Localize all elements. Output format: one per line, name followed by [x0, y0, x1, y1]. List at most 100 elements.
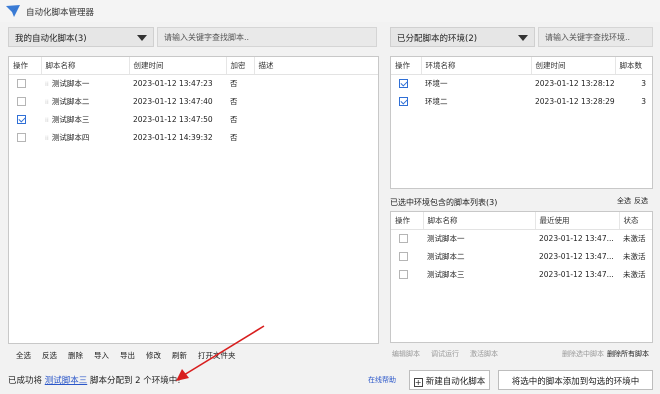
col-header-status[interactable]: 状态: [618, 212, 652, 230]
row-checkbox-checked[interactable]: [399, 79, 408, 88]
desc-value: [254, 92, 378, 110]
col-header-action[interactable]: 操作: [391, 212, 423, 230]
env-table-panel: 操作 环境名称 创建时间 脚本数 环境一 2023-01-12 13:28:12…: [390, 56, 653, 189]
col-header-last-used[interactable]: 最近使用: [534, 212, 619, 230]
row-checkbox[interactable]: [17, 132, 26, 142]
window-title: 自动化脚本管理器: [26, 8, 95, 18]
col-header-desc[interactable]: 描述: [253, 57, 378, 75]
drag-handle-icon: ⁞⁞: [45, 134, 49, 142]
created-time: 2023-01-12 13:47:50: [133, 114, 213, 124]
drag-handle-icon: ⁞⁞: [45, 80, 49, 88]
table-row[interactable]: 测试脚本二 2023-01-12 13:47... 未激活: [391, 247, 652, 265]
env-scripts-invert[interactable]: 反选: [634, 196, 648, 206]
add-to-env-button[interactable]: 将选中的脚本添加到勾选的环境中: [498, 370, 653, 390]
col-header-script-count[interactable]: 脚本数: [614, 57, 652, 75]
export-button[interactable]: 导出: [120, 350, 135, 361]
created-time: 2023-01-12 13:47:23: [133, 78, 213, 88]
table-header: 操作 脚本名称 最近使用 状态: [391, 212, 652, 230]
script-search-input[interactable]: [157, 27, 377, 47]
status-script-link[interactable]: 测试脚本三: [45, 376, 88, 386]
env-search-input[interactable]: [538, 27, 653, 47]
last-used: 2023-01-12 13:47...: [539, 251, 614, 261]
col-header-encrypted[interactable]: 加密: [225, 57, 254, 75]
status-value: 未激活: [623, 269, 646, 279]
col-header-created[interactable]: 创建时间: [128, 57, 226, 75]
created-time: 2023-01-12 13:28:12: [535, 78, 615, 88]
table-row[interactable]: ⁞⁞ 测试脚本三 2023-01-12 13:47:50 否: [9, 110, 378, 128]
created-time: 2023-01-12 13:28:29: [535, 96, 615, 106]
env-scripts-select-all[interactable]: 全选: [617, 196, 631, 206]
table-row[interactable]: ⁞⁞ 测试脚本二 2023-01-12 13:47:40 否: [9, 92, 378, 110]
debug-run-button[interactable]: 调试运行: [431, 349, 459, 359]
delete-button[interactable]: 删除: [68, 350, 83, 361]
my-scripts-dropdown[interactable]: 我的自动化脚本(3): [8, 27, 154, 47]
env-name: 环境二: [425, 96, 448, 106]
select-all-button[interactable]: 全选: [16, 350, 31, 361]
script-name: 测试脚本二: [51, 96, 90, 106]
env-scripts-table: 操作 脚本名称 最近使用 状态 测试脚本一 2023-01-12 13:47..…: [391, 212, 652, 283]
edit-button[interactable]: 修改: [146, 350, 161, 361]
col-header-action[interactable]: 操作: [9, 57, 41, 75]
desc-value: [254, 74, 378, 92]
row-checkbox[interactable]: [399, 269, 408, 279]
col-header-action[interactable]: 操作: [391, 57, 421, 75]
edit-script-button[interactable]: 编辑脚本: [392, 349, 420, 359]
table-header: 操作 环境名称 创建时间 脚本数: [391, 57, 652, 75]
created-time: 2023-01-12 14:39:32: [133, 132, 213, 142]
encrypted-value: 否: [230, 78, 238, 88]
import-button[interactable]: 导入: [94, 350, 109, 361]
table-row[interactable]: 环境一 2023-01-12 13:28:12 3: [391, 74, 652, 92]
desc-value: [254, 128, 378, 146]
env-scripts-title: 已选中环境包含的脚本列表(3): [390, 198, 498, 207]
new-script-button[interactable]: + 新建自动化脚本: [409, 370, 490, 390]
row-checkbox[interactable]: [399, 251, 408, 261]
encrypted-value: 否: [230, 114, 238, 124]
invert-selection-button[interactable]: 反选: [42, 350, 57, 361]
created-time: 2023-01-12 13:47:40: [133, 96, 213, 106]
status-message: 已成功将 测试脚本三 脚本分配到 2 个环境中!: [8, 374, 181, 386]
col-header-name[interactable]: 脚本名称: [40, 57, 129, 75]
last-used: 2023-01-12 13:47...: [539, 269, 614, 279]
table-row[interactable]: 测试脚本三 2023-01-12 13:47... 未激活: [391, 265, 652, 283]
row-checkbox[interactable]: [399, 234, 408, 243]
desc-value: [254, 110, 378, 128]
title-bar: 自动化脚本管理器: [0, 0, 660, 22]
row-checkbox[interactable]: [17, 96, 26, 106]
env-scripts-table-panel: 操作 脚本名称 最近使用 状态 测试脚本一 2023-01-12 13:47..…: [390, 211, 653, 343]
script-name: 测试脚本四: [51, 132, 90, 142]
script-name: 测试脚本三: [51, 114, 90, 124]
table-row[interactable]: ⁞⁞ 测试脚本一 2023-01-12 13:47:23 否: [9, 74, 378, 92]
delete-all-scripts-button[interactable]: 删除所有脚本: [607, 349, 649, 359]
annotation-arrow-icon: [176, 325, 265, 381]
col-header-script-name[interactable]: 脚本名称: [422, 212, 535, 230]
script-name: 测试脚本三: [427, 269, 465, 279]
script-name: 测试脚本一: [427, 233, 465, 243]
row-checkbox-checked[interactable]: [17, 114, 26, 124]
table-row[interactable]: ⁞⁞ 测试脚本四 2023-01-12 14:39:32 否: [9, 128, 378, 146]
env-dropdown-label: 已分配脚本的环境(2): [397, 34, 478, 44]
chevron-down-icon: [518, 35, 528, 41]
encrypted-value: 否: [230, 132, 238, 142]
table-header: 操作 脚本名称 创建时间 加密 描述: [9, 57, 378, 75]
encrypted-value: 否: [230, 96, 238, 106]
delete-selected-scripts-button[interactable]: 删除选中脚本: [562, 349, 604, 359]
online-help-link[interactable]: 在线帮助: [368, 375, 396, 385]
status-value: 未激活: [623, 233, 646, 243]
col-header-env-name[interactable]: 环境名称: [420, 57, 531, 75]
script-name: 测试脚本一: [51, 78, 90, 88]
plus-box-icon: +: [413, 378, 423, 387]
script-name: 测试脚本二: [427, 251, 465, 261]
drag-handle-icon: ⁞⁞: [45, 116, 49, 124]
last-used: 2023-01-12 13:47...: [539, 233, 614, 243]
col-header-created[interactable]: 创建时间: [530, 57, 615, 75]
drag-handle-icon: ⁞⁞: [45, 98, 49, 106]
activate-script-button[interactable]: 激活脚本: [470, 349, 498, 359]
table-row[interactable]: 测试脚本一 2023-01-12 13:47... 未激活: [391, 229, 652, 247]
row-checkbox[interactable]: [17, 79, 26, 88]
scripts-table: 操作 脚本名称 创建时间 加密 描述 ⁞⁞ 测试脚本一 2023-01-12 13…: [9, 57, 378, 146]
chevron-down-icon: [137, 35, 147, 41]
env-dropdown[interactable]: 已分配脚本的环境(2): [390, 27, 535, 47]
row-checkbox-checked[interactable]: [399, 96, 408, 106]
table-row[interactable]: 环境二 2023-01-12 13:28:29 3: [391, 92, 652, 110]
new-script-label: 新建自动化脚本: [425, 377, 486, 387]
